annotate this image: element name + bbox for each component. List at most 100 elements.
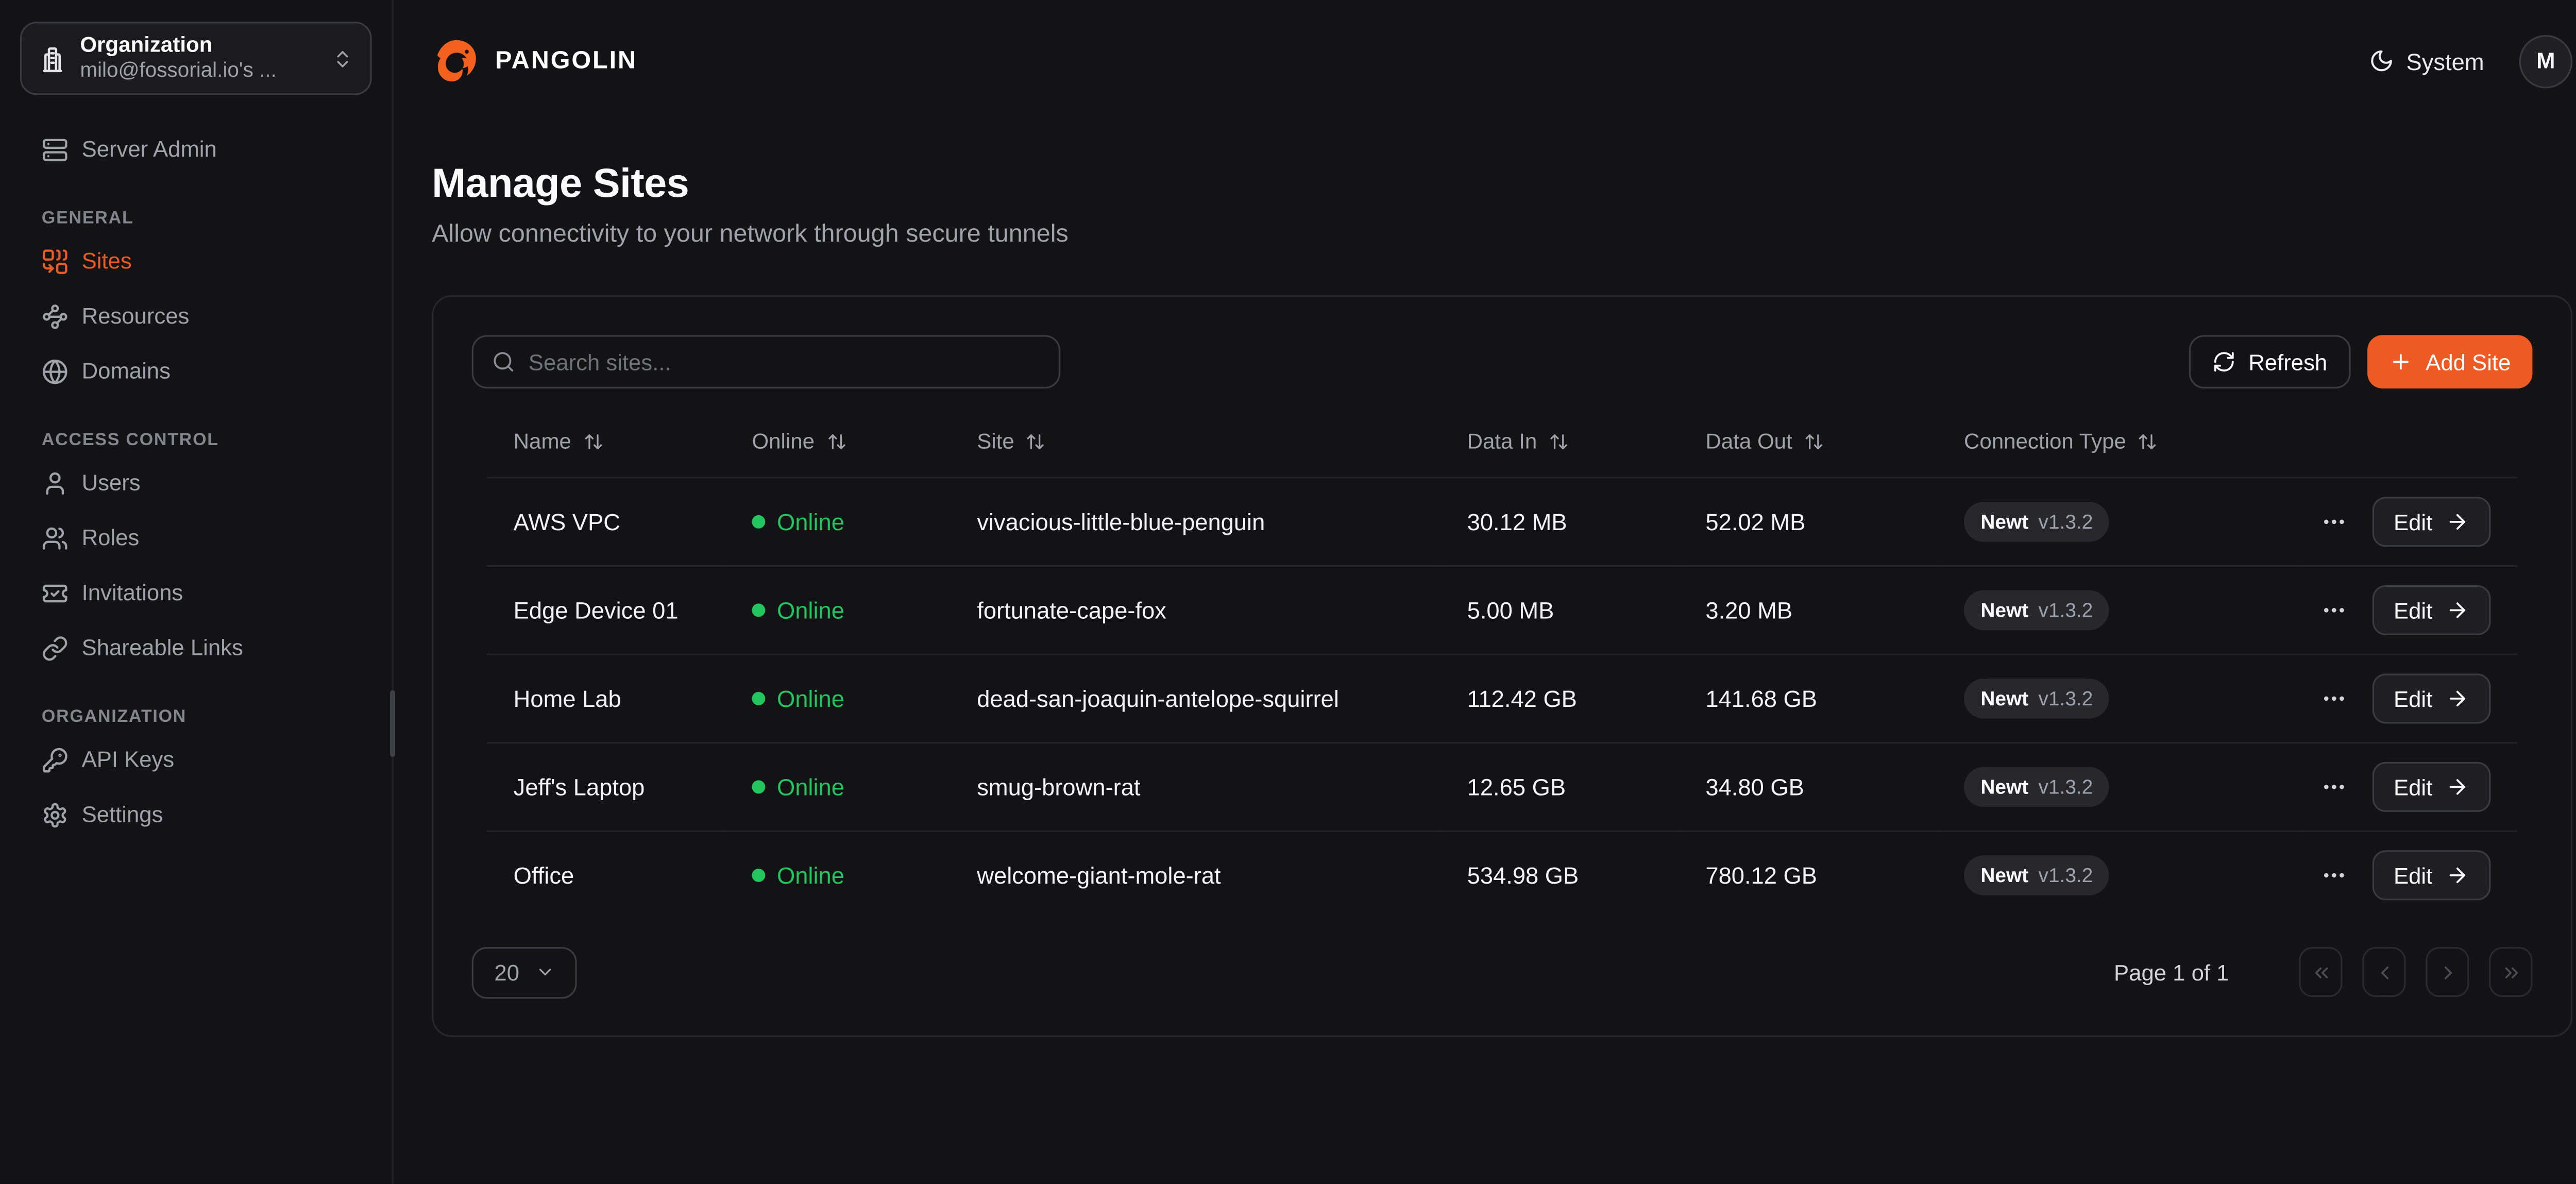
- arrow-up-down-icon: [2138, 432, 2158, 452]
- status-badge: Online: [752, 773, 923, 800]
- card-toolbar: Refresh Add Site: [433, 297, 2571, 388]
- pagination-controls: Page 1 of 1: [2114, 947, 2532, 997]
- site-name-cell: Home Lab: [487, 654, 725, 743]
- arrow-up-down-icon: [1026, 432, 1046, 452]
- status-label: Online: [777, 597, 844, 623]
- arrow-right-icon: [2446, 864, 2469, 887]
- data-in-cell: 12.65 GB: [1440, 743, 1679, 832]
- connection-type-badge: Newtv1.3.2: [1964, 502, 2110, 542]
- edit-button[interactable]: Edit: [2372, 762, 2491, 812]
- theme-toggle[interactable]: System: [2369, 47, 2484, 74]
- prev-page-button[interactable]: [2362, 947, 2405, 997]
- data-out-cell: 780.12 GB: [1679, 831, 1938, 920]
- column-header-connection-type[interactable]: Connection Type: [1937, 429, 2302, 478]
- site-id-cell: smug-brown-rat: [951, 743, 1440, 832]
- ticket-check-icon: [42, 579, 69, 606]
- page-title: Manage Sites: [432, 162, 2572, 209]
- connection-version-label: v1.3.2: [2039, 687, 2093, 710]
- edit-button[interactable]: Edit: [2372, 585, 2491, 635]
- org-selector-title: Organization: [80, 32, 318, 59]
- column-header-site[interactable]: Site: [951, 429, 1440, 478]
- arrow-up-down-icon: [826, 432, 846, 452]
- sidebar-item-settings[interactable]: Settings: [20, 787, 372, 842]
- column-label: Data In: [1467, 429, 1537, 454]
- column-header-name[interactable]: Name: [487, 429, 725, 478]
- edit-button[interactable]: Edit: [2372, 673, 2491, 723]
- last-page-button[interactable]: [2489, 947, 2532, 997]
- combine-icon: [42, 248, 69, 275]
- actions-cell: Edit: [2302, 654, 2517, 743]
- main-area: PANGOLIN System M Manage Sites Allow con…: [395, 0, 2576, 1184]
- data-in-cell: 5.00 MB: [1440, 566, 1679, 655]
- sidebar: Organization milo@fossorial.io's ... Ser…: [0, 0, 394, 1184]
- sidebar-item-users[interactable]: Users: [20, 455, 372, 510]
- next-page-button[interactable]: [2426, 947, 2469, 997]
- connection-type-label: Newt: [1980, 864, 2028, 887]
- sidebar-item-label: Invitations: [82, 580, 183, 605]
- sidebar-item-api-keys[interactable]: API Keys: [20, 732, 372, 787]
- status-badge: Online: [752, 862, 923, 889]
- page-size-select[interactable]: 20: [472, 946, 577, 997]
- row-menu-button[interactable]: [2320, 597, 2347, 623]
- connection-type-cell: Newtv1.3.2: [1937, 566, 2302, 655]
- chevrons-left-icon: [2310, 961, 2331, 983]
- edit-button[interactable]: Edit: [2372, 851, 2491, 901]
- sidebar-item-invitations[interactable]: Invitations: [20, 565, 372, 620]
- sidebar-item-shareable-links[interactable]: Shareable Links: [20, 620, 372, 675]
- row-menu-button[interactable]: [2320, 862, 2347, 889]
- sidebar-scrollbar[interactable]: [390, 690, 395, 757]
- search-box: [472, 335, 1060, 388]
- users-icon: [42, 525, 69, 551]
- site-id-cell: vivacious-little-blue-penguin: [951, 478, 1440, 566]
- column-header-online[interactable]: Online: [725, 429, 951, 478]
- table-row: Home LabOnlinedead-san-joaquin-antelope-…: [487, 654, 2517, 743]
- row-menu-button[interactable]: [2320, 773, 2347, 800]
- status-badge: Online: [752, 597, 923, 623]
- online-dot-icon: [752, 515, 765, 529]
- arrow-up-down-icon: [1549, 432, 1569, 452]
- org-selector-text: Organization milo@fossorial.io's ...: [80, 32, 318, 85]
- edit-label: Edit: [2394, 598, 2432, 623]
- table-row: OfficeOnlinewelcome-giant-mole-rat534.98…: [487, 831, 2517, 920]
- status-label: Online: [777, 509, 844, 535]
- gear-icon: [42, 801, 69, 828]
- first-page-button[interactable]: [2299, 947, 2342, 997]
- avatar[interactable]: M: [2519, 34, 2573, 88]
- site-name-cell: Office: [487, 831, 725, 920]
- refresh-label: Refresh: [2248, 349, 2327, 375]
- search-input[interactable]: [529, 349, 1040, 375]
- edit-button[interactable]: Edit: [2372, 497, 2491, 547]
- actions-cell: Edit: [2302, 478, 2517, 566]
- connection-version-label: v1.3.2: [2039, 864, 2093, 887]
- data-out-cell: 141.68 GB: [1679, 654, 1938, 743]
- sidebar-item-resources[interactable]: Resources: [20, 289, 372, 344]
- toolbar-actions: Refresh Add Site: [2189, 335, 2533, 388]
- chevron-left-icon: [2373, 961, 2395, 983]
- sidebar-item-sites[interactable]: Sites: [20, 233, 372, 289]
- server-icon: [42, 136, 69, 163]
- sidebar-item-domains[interactable]: Domains: [20, 344, 372, 399]
- table-row: Jeff's LaptopOnlinesmug-brown-rat12.65 G…: [487, 743, 2517, 832]
- data-out-cell: 3.20 MB: [1679, 566, 1938, 655]
- sites-table: NameOnlineSiteData InData OutConnection …: [487, 429, 2517, 920]
- arrow-right-icon: [2446, 599, 2469, 622]
- status-label: Online: [777, 685, 844, 712]
- brand-logo[interactable]: PANGOLIN: [432, 36, 637, 86]
- sidebar-item-roles[interactable]: Roles: [20, 510, 372, 565]
- row-menu-button[interactable]: [2320, 509, 2347, 535]
- app-window: Organization milo@fossorial.io's ... Ser…: [0, 0, 2576, 1184]
- column-header-data-in[interactable]: Data In: [1440, 429, 1679, 478]
- search-icon: [492, 350, 515, 374]
- actions-cell: Edit: [2302, 743, 2517, 832]
- refresh-button[interactable]: Refresh: [2189, 335, 2351, 388]
- row-menu-button[interactable]: [2320, 685, 2347, 712]
- org-selector[interactable]: Organization milo@fossorial.io's ...: [20, 22, 372, 95]
- column-header-data-out[interactable]: Data Out: [1679, 429, 1938, 478]
- sidebar-item-server-admin[interactable]: Server Admin: [20, 122, 372, 177]
- moon-icon: [2369, 48, 2395, 74]
- sidebar-item-label: Sites: [82, 248, 132, 274]
- edit-label: Edit: [2394, 774, 2432, 800]
- connection-type-badge: Newtv1.3.2: [1964, 767, 2110, 807]
- add-site-button[interactable]: Add Site: [2367, 335, 2533, 388]
- page-size-value: 20: [494, 959, 519, 985]
